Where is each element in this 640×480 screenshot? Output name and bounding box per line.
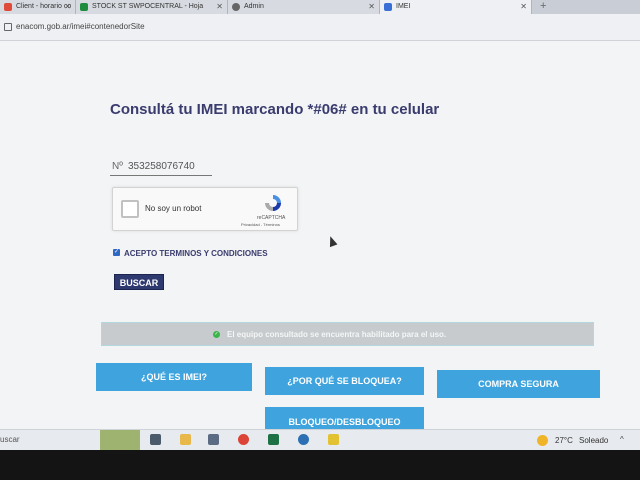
windows-taskbar: uscar 27°C Soleado ^	[0, 429, 640, 451]
compra-segura-button[interactable]: COMPRA SEGURA	[437, 370, 600, 398]
browser-tab-client[interactable]: Client - horario co ✕	[0, 0, 76, 14]
sheets-tab-icon	[80, 3, 88, 11]
excel-icon[interactable]	[268, 434, 279, 445]
tab-label: Admin	[244, 3, 264, 10]
check-circle-icon: ✓	[213, 331, 220, 338]
app-circle-icon[interactable]	[298, 434, 309, 445]
search-button[interactable]: BUSCAR	[114, 274, 164, 290]
file-explorer-icon[interactable]	[180, 434, 191, 445]
weather-condition[interactable]: Soleado	[579, 436, 608, 445]
recaptcha-links[interactable]: Privacidad - Términos	[241, 222, 280, 227]
browser-tab-imei[interactable]: IMEI ✕	[380, 0, 532, 14]
browser-tab-strip: Client - horario co ✕ STOCK ST SWPOCENTR…	[0, 0, 640, 14]
recaptcha-label: No soy un robot	[145, 204, 202, 213]
terms-checkbox[interactable]: ✓	[113, 249, 120, 256]
monitor-bezel	[0, 450, 640, 480]
close-icon[interactable]: ✕	[368, 0, 375, 14]
browser-tab-admin[interactable]: Admin ✕	[228, 0, 380, 14]
admin-tab-icon	[232, 3, 240, 11]
recaptcha-brand: reCAPTCHA	[257, 215, 286, 221]
tab-label: STOCK ST SWPOCENTRAL - Hoja	[92, 3, 204, 10]
taskbar-search[interactable]: uscar	[0, 435, 20, 444]
taskbar-search-image	[100, 430, 140, 451]
sticky-app-icon[interactable]	[328, 434, 339, 445]
recaptcha-checkbox[interactable]	[121, 200, 139, 218]
chrome-icon[interactable]	[238, 434, 249, 445]
por-que-se-bloquea-button[interactable]: ¿POR QUÉ SE BLOQUEA?	[265, 367, 424, 395]
imei-input[interactable]: 353258076740	[128, 161, 195, 172]
imei-input-underline	[110, 175, 212, 176]
sun-weather-icon	[537, 435, 548, 446]
client-tab-icon	[4, 3, 12, 11]
tab-label: IMEI	[396, 3, 411, 10]
url-text[interactable]: enacom.gob.ar/imei#contenedorSite	[16, 22, 145, 31]
que-es-imei-button[interactable]: ¿QUÉ ES IMEI?	[96, 363, 252, 391]
browser-tab-stock[interactable]: STOCK ST SWPOCENTRAL - Hoja ✕	[76, 0, 228, 14]
task-view-icon[interactable]	[150, 434, 161, 445]
close-icon[interactable]: ✕	[520, 0, 527, 14]
tab-label: Client - horario co	[16, 3, 72, 10]
close-icon[interactable]: ✕	[64, 0, 71, 14]
imei-prefix: Nº	[112, 161, 123, 172]
page-title: Consultá tu IMEI marcando *#06# en tu ce…	[110, 101, 440, 118]
weather-temperature[interactable]: 27°C	[555, 436, 573, 445]
close-icon[interactable]: ✕	[216, 0, 223, 14]
terms-label[interactable]: ACEPTO TERMINOS Y CONDICIONES	[124, 249, 268, 258]
chevron-up-icon[interactable]: ^	[620, 435, 624, 444]
bloqueo-desbloqueo-button[interactable]: BLOQUEO/DESBLOQUEO	[265, 407, 424, 429]
lock-icon	[4, 23, 12, 31]
status-banner: ✓ El equipo consultado se encuentra habi…	[101, 322, 594, 346]
status-message: El equipo consultado se encuentra habili…	[227, 330, 447, 339]
recaptcha-logo-icon	[265, 195, 281, 211]
recaptcha-widget: No soy un robot reCAPTCHA Privacidad - T…	[112, 187, 298, 231]
new-tab-icon[interactable]: +	[540, 0, 546, 13]
address-bar[interactable]: enacom.gob.ar/imei#contenedorSite	[0, 14, 640, 41]
page-content: Consultá tu IMEI marcando *#06# en tu ce…	[0, 41, 640, 429]
app-icon[interactable]	[208, 434, 219, 445]
imei-tab-icon	[384, 3, 392, 11]
